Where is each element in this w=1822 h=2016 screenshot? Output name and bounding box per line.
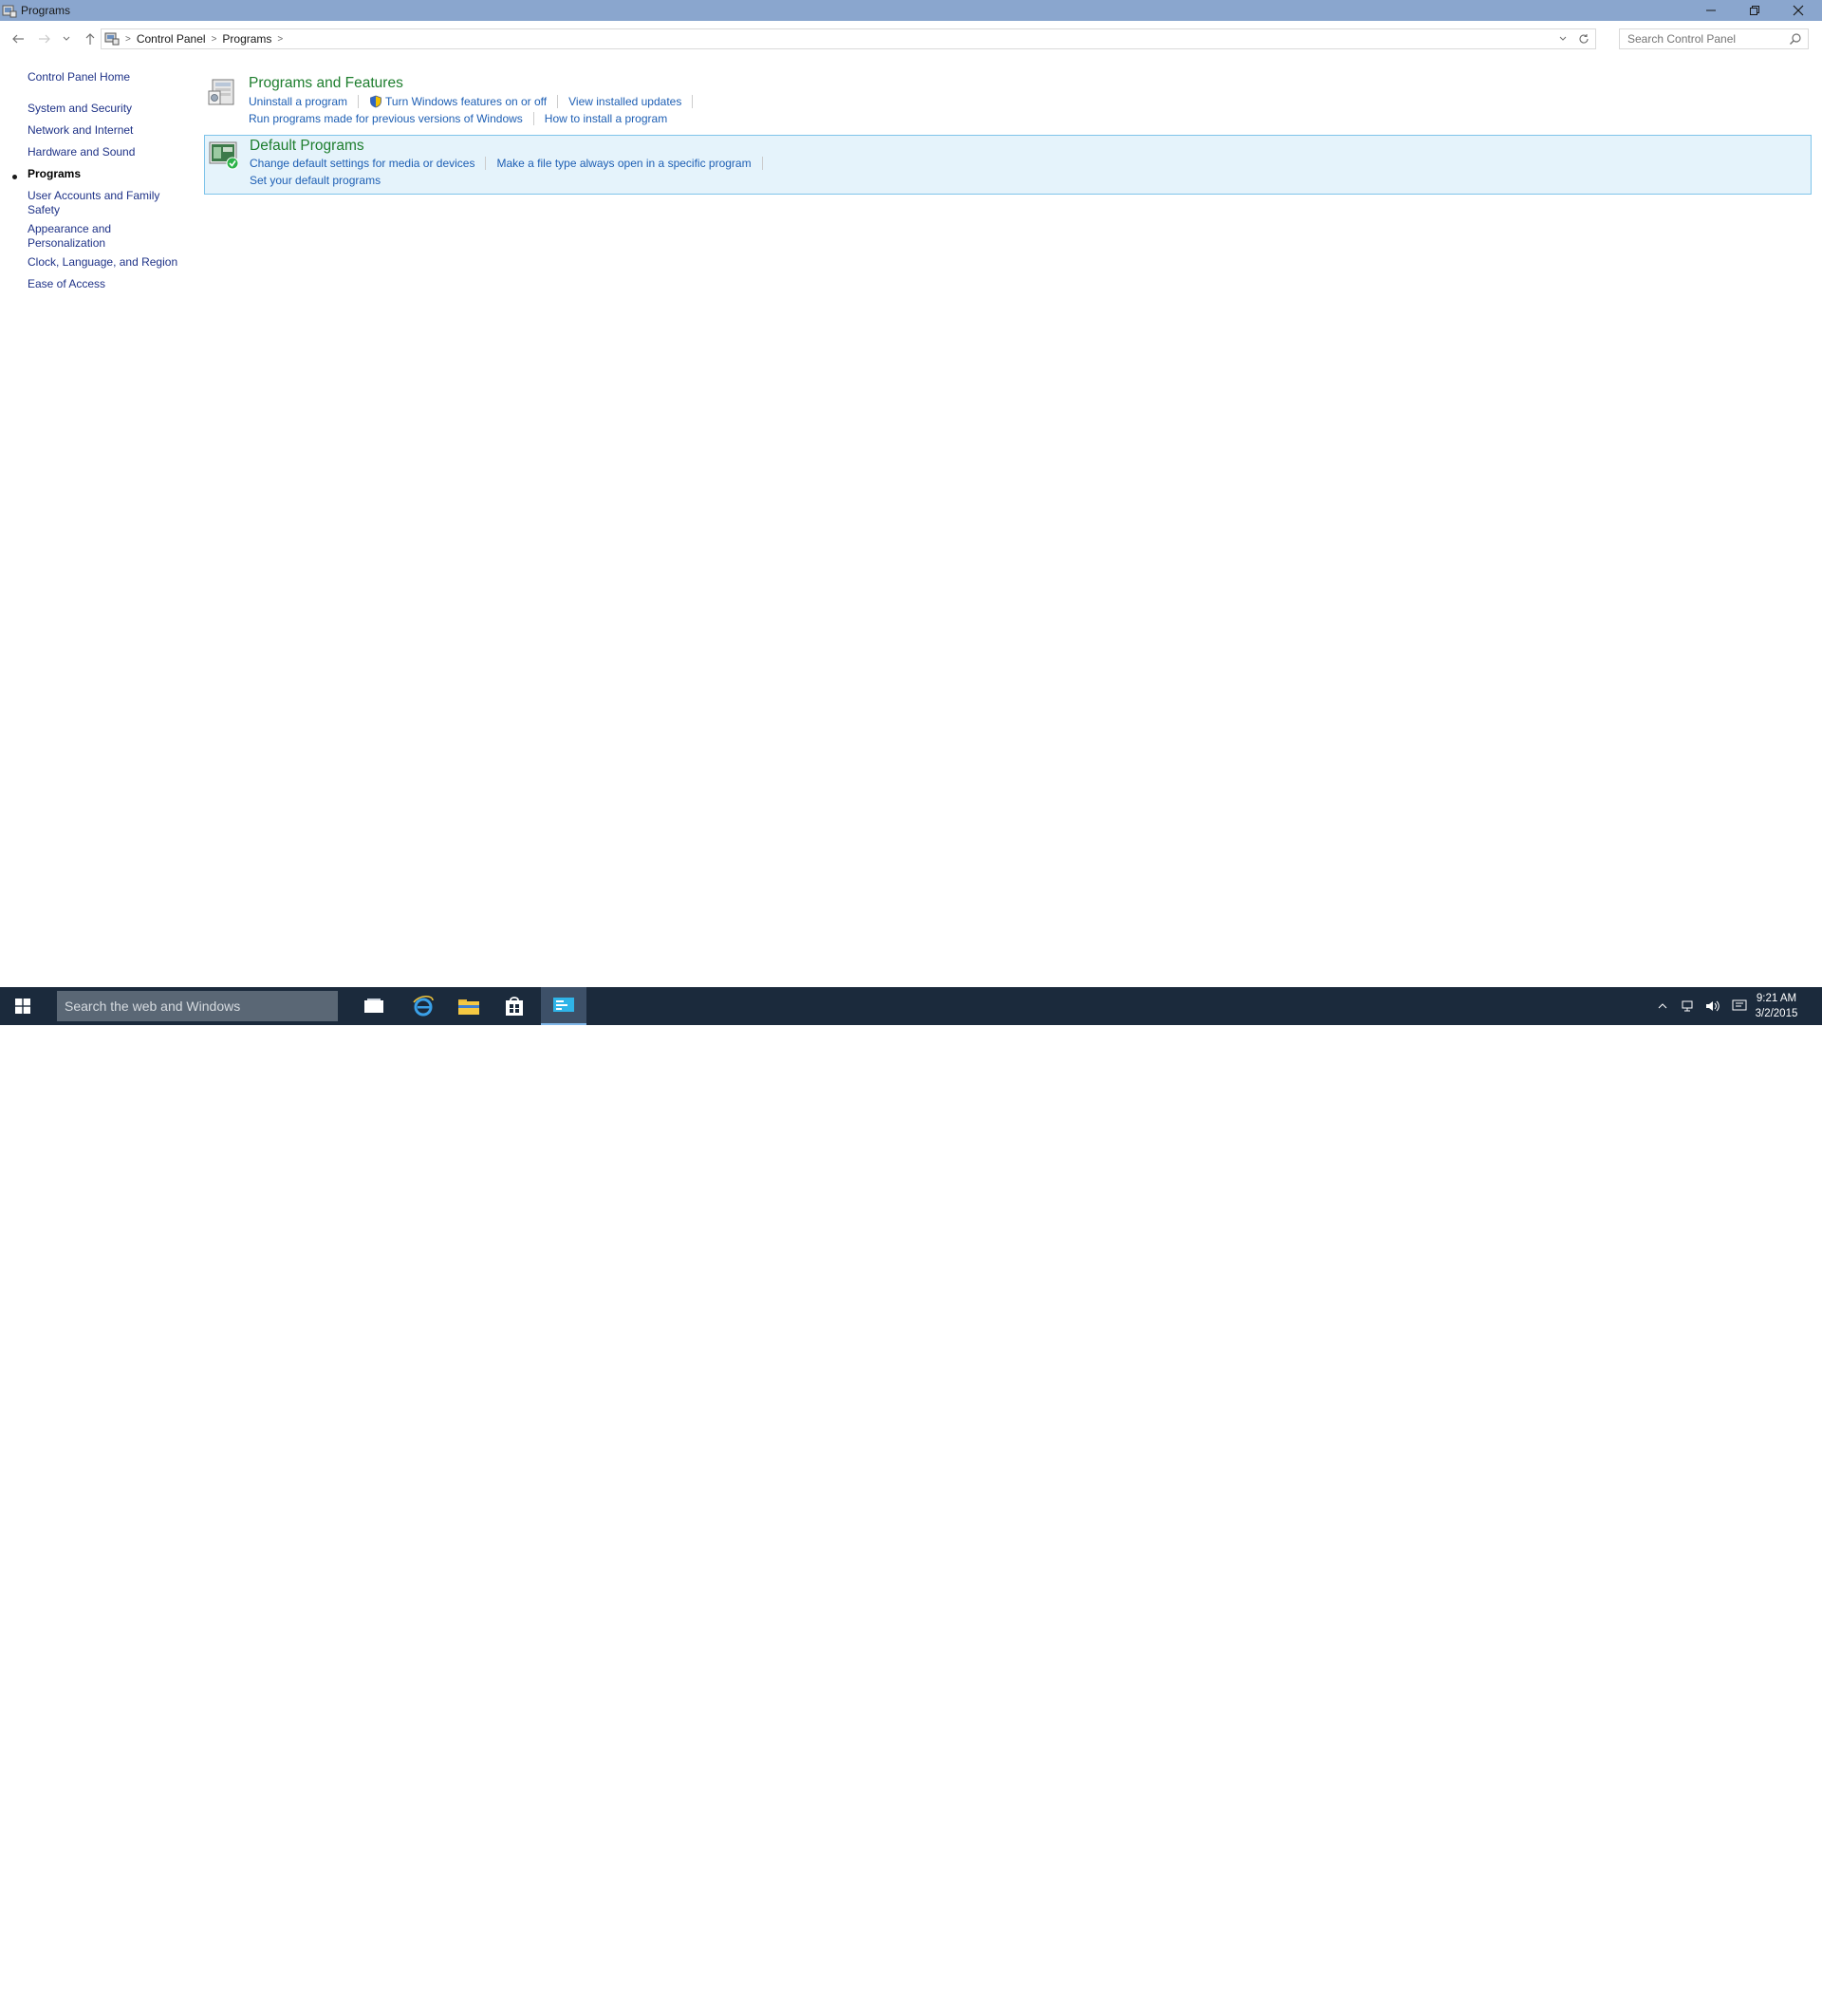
windows-logo-icon	[15, 999, 30, 1014]
how-to-install-program-link[interactable]: How to install a program	[545, 112, 667, 125]
control-panel-icon	[553, 998, 574, 1012]
notifications-icon	[1732, 999, 1747, 1011]
taskbar: Search the web and Windows The Collectio…	[0, 987, 1822, 2016]
turn-windows-features-link[interactable]: Turn Windows features on or off	[385, 95, 547, 108]
store-button[interactable]	[492, 987, 537, 1025]
nav-programs[interactable]: Programs	[28, 167, 179, 181]
store-icon	[506, 997, 523, 1016]
minimize-button[interactable]	[1689, 0, 1733, 21]
address-history-dropdown[interactable]	[1555, 31, 1571, 47]
internet-explorer-button[interactable]	[400, 987, 446, 1025]
nav-network-and-internet[interactable]: Network and Internet	[28, 123, 179, 138]
programs-and-features-tasks: Uninstall a program Turn Windows feature…	[249, 93, 703, 127]
divider	[692, 95, 694, 108]
divider	[358, 95, 360, 108]
book-logo-icon	[1584, 1977, 1628, 2014]
folder-icon	[458, 999, 479, 1015]
programs-and-features-link[interactable]: Programs and Features	[249, 75, 403, 92]
title-bar: Programs	[0, 0, 1822, 21]
nav-hardware-and-sound[interactable]: Hardware and Sound	[28, 145, 179, 159]
back-button[interactable]	[8, 30, 28, 47]
breadcrumb-control-panel[interactable]: Control Panel	[131, 32, 212, 46]
restore-icon	[1750, 6, 1759, 15]
recent-locations-button[interactable]	[59, 30, 74, 47]
breadcrumb-separator[interactable]: >	[277, 34, 283, 45]
volume-tray-button[interactable]	[1702, 987, 1723, 1025]
section-default-programs[interactable]: Default Programs Change default settings…	[204, 135, 1812, 195]
file-explorer-button[interactable]	[446, 987, 492, 1025]
divider	[761, 157, 763, 170]
divider	[557, 95, 559, 108]
network-icon	[1682, 1000, 1693, 1012]
address-row: > Control Panel > Programs >	[0, 23, 1822, 55]
close-icon	[1793, 5, 1804, 16]
file-type-association-link[interactable]: Make a file type always open in a specif…	[496, 157, 751, 170]
network-tray-button[interactable]	[1678, 987, 1699, 1025]
chevron-down-icon	[1559, 36, 1567, 41]
forward-arrow-icon	[39, 34, 50, 44]
window-title: Programs	[21, 4, 71, 17]
programs-features-icon	[208, 79, 234, 105]
up-arrow-icon	[85, 33, 95, 45]
uninstall-program-link[interactable]: Uninstall a program	[249, 95, 347, 108]
chevron-up-icon	[1658, 1003, 1667, 1009]
forward-button[interactable]	[34, 30, 55, 47]
run-older-programs-link[interactable]: Run programs made for previous versions …	[249, 112, 523, 125]
view-installed-updates-link[interactable]: View installed updates	[568, 95, 681, 108]
control-panel-home-link[interactable]: Control Panel Home	[28, 70, 179, 84]
change-default-media-settings-link[interactable]: Change default settings for media or dev…	[250, 157, 474, 170]
nav-appearance-and-personalization[interactable]: Appearance and Personalization	[28, 222, 132, 251]
watermark: The Collection Book	[1583, 1970, 1822, 2016]
default-programs-tasks: Change default settings for media or dev…	[250, 155, 773, 189]
refresh-icon	[1579, 34, 1589, 44]
show-hidden-icons-button[interactable]	[1653, 987, 1672, 1025]
internet-explorer-icon	[413, 996, 434, 1017]
breadcrumb-programs[interactable]: Programs	[216, 32, 277, 46]
current-item-bullet	[12, 175, 17, 179]
taskbar-search-box[interactable]: Search the web and Windows	[57, 991, 338, 1021]
task-view-icon	[364, 999, 383, 1013]
back-arrow-icon	[12, 34, 24, 44]
chevron-down-icon	[63, 36, 70, 41]
nav-system-and-security[interactable]: System and Security	[28, 102, 179, 116]
divider	[485, 157, 487, 170]
nav-ease-of-access[interactable]: Ease of Access	[28, 277, 179, 291]
set-default-programs-link[interactable]: Set your default programs	[250, 174, 381, 187]
control-panel-icon	[2, 5, 17, 18]
speaker-icon	[1706, 1000, 1720, 1012]
clock-time: 9:21 AM	[1756, 993, 1797, 1004]
clock-date: 3/2/2015	[1755, 1008, 1798, 1019]
nav-user-accounts-and-family-safety[interactable]: User Accounts and Family Safety	[28, 189, 170, 217]
search-box[interactable]	[1619, 28, 1809, 49]
divider	[532, 112, 534, 125]
up-button[interactable]	[80, 30, 101, 47]
clock[interactable]: 9:21 AM 3/2/2015	[1746, 991, 1807, 1021]
refresh-button[interactable]	[1576, 31, 1591, 47]
close-button[interactable]	[1776, 0, 1820, 21]
nav-clock-language-region[interactable]: Clock, Language, and Region	[28, 255, 179, 270]
default-programs-icon	[209, 141, 239, 170]
control-panel-taskbar-button[interactable]	[541, 987, 586, 1025]
search-icon[interactable]	[1789, 32, 1802, 46]
section-programs-and-features: Programs and Features Uninstall a progra…	[203, 72, 1813, 129]
task-view-button[interactable]	[351, 987, 397, 1025]
start-button[interactable]	[0, 987, 46, 1025]
watermark-text: The Collection Book	[1639, 1970, 1779, 2016]
uac-shield-icon	[370, 95, 381, 108]
minimize-icon	[1706, 9, 1716, 11]
restore-button[interactable]	[1733, 0, 1776, 21]
control-panel-icon	[104, 32, 120, 46]
address-bar[interactable]: > Control Panel > Programs >	[101, 28, 1596, 49]
search-input[interactable]	[1626, 31, 1787, 47]
default-programs-link[interactable]: Default Programs	[250, 138, 364, 155]
